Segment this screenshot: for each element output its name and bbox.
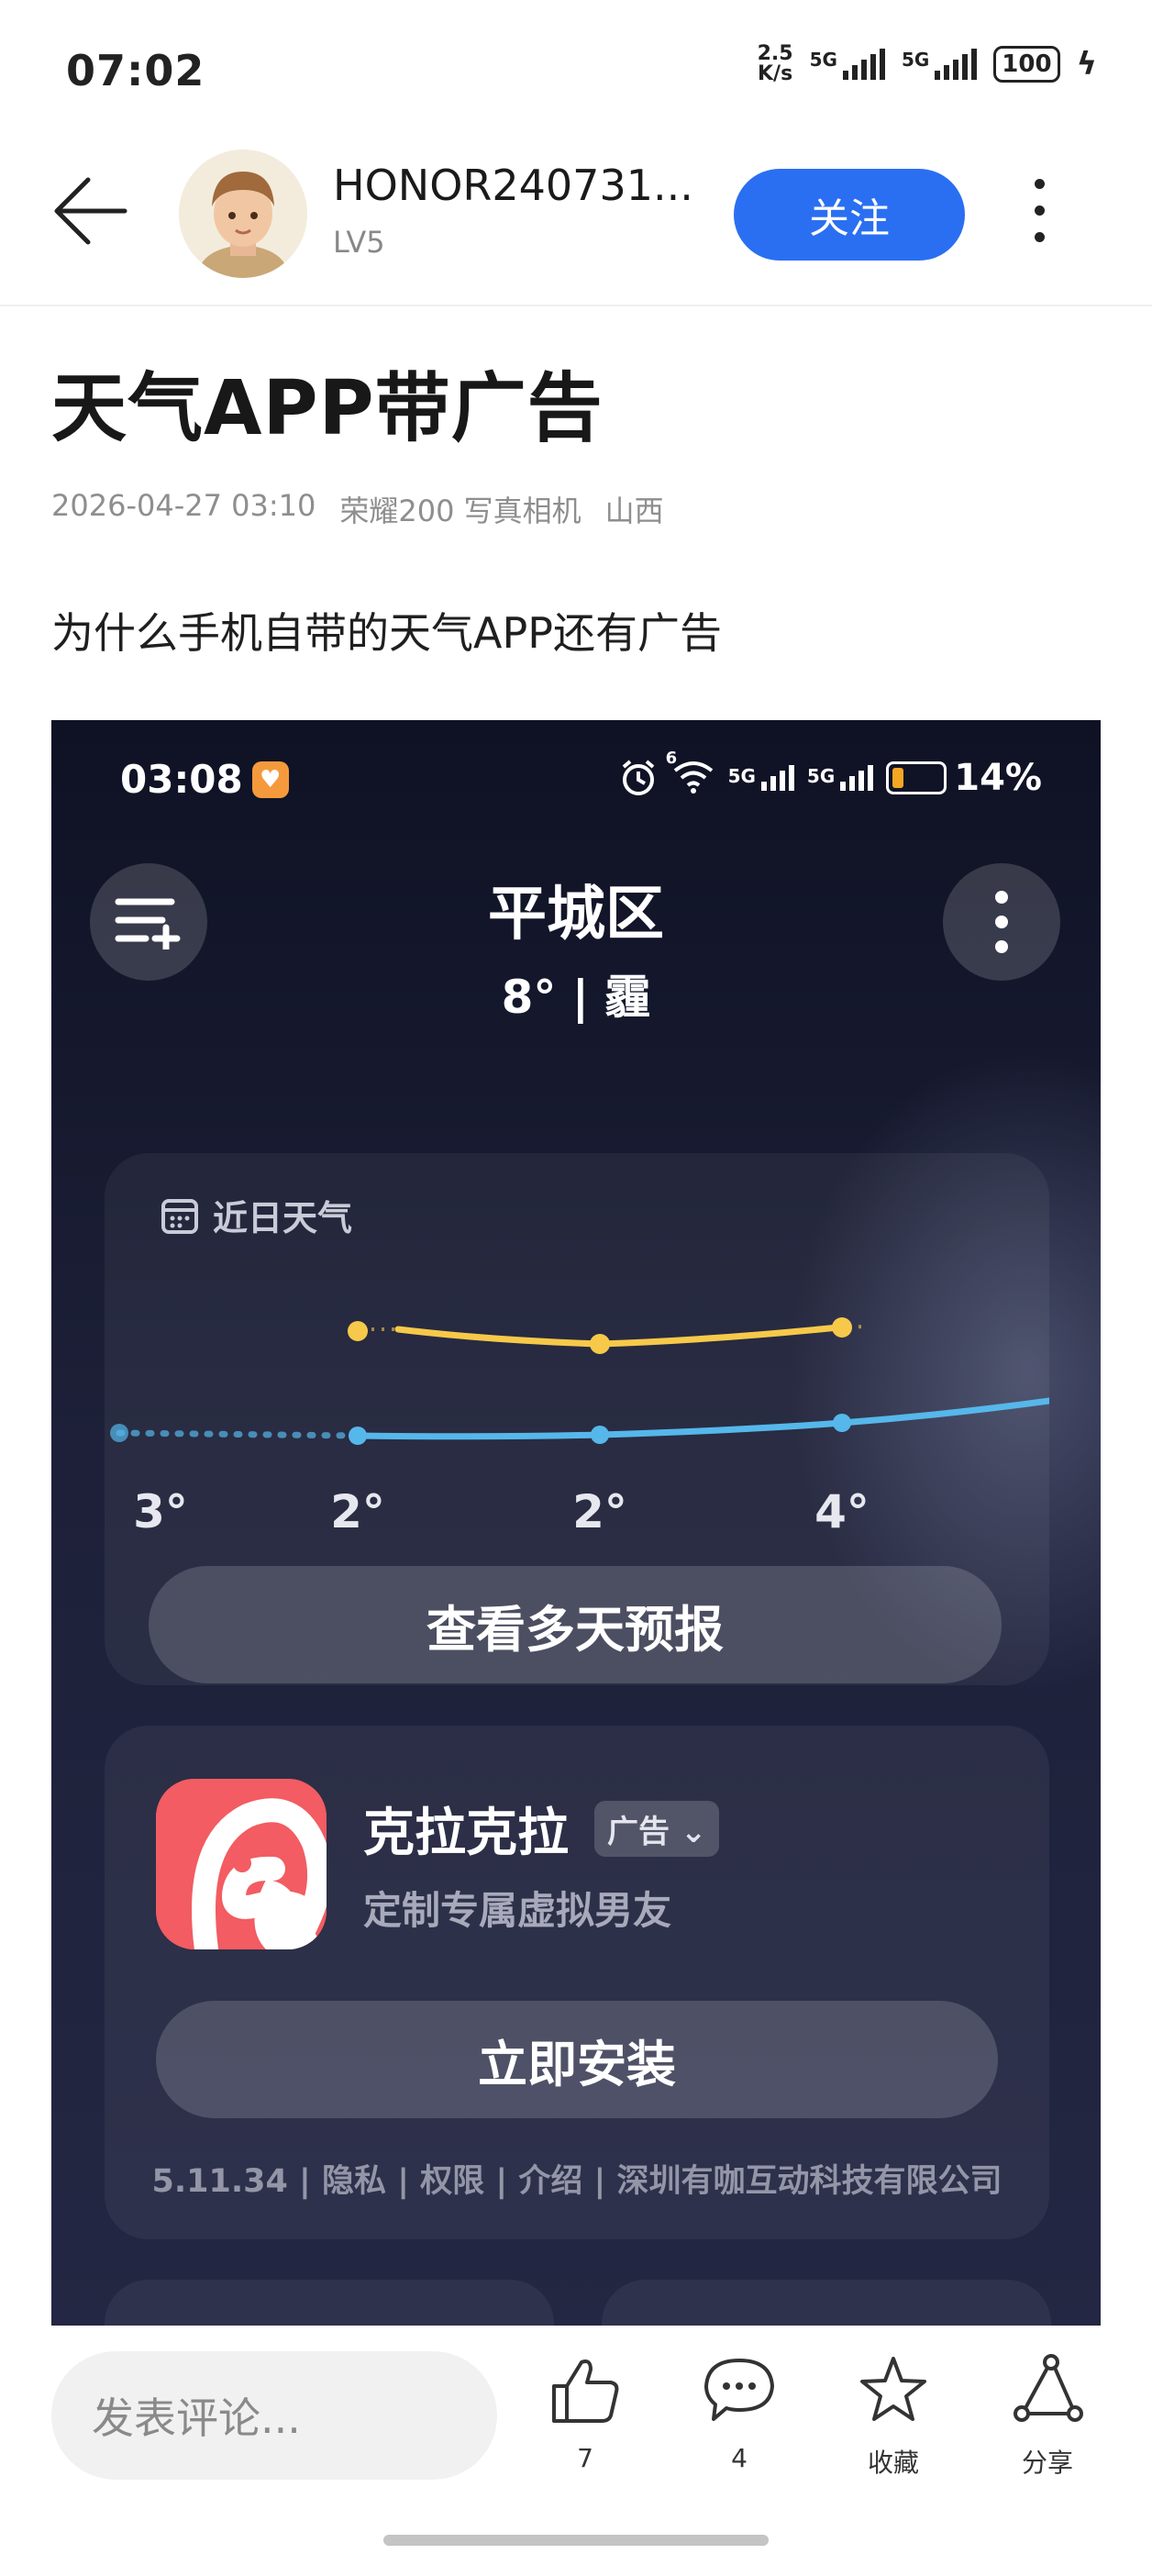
- like-count: 7: [577, 2443, 593, 2473]
- low-temp-point: [349, 1427, 367, 1445]
- charging-icon: ϟ: [1076, 46, 1097, 83]
- more-options-icon[interactable]: [1018, 179, 1060, 252]
- share-button[interactable]: 分享: [992, 2353, 1102, 2480]
- net-speed-value: 2.5: [757, 42, 793, 65]
- multi-day-forecast-button[interactable]: 查看多天预报: [149, 1566, 1002, 1683]
- alarm-icon: [622, 760, 654, 795]
- shot-signal-icon-2: 5G: [806, 765, 874, 791]
- post-body: 为什么手机自带的天气APP还有广告: [51, 608, 722, 658]
- ad-description: 定制专属虚拟男友: [363, 1888, 672, 1933]
- header-divider: [0, 305, 1152, 306]
- user-level: LV5: [333, 225, 385, 260]
- net-speed: 2.5 K/s: [758, 44, 793, 84]
- wifi-icon: 6: [666, 749, 715, 798]
- ad-app-icon[interactable]: [156, 1779, 327, 1949]
- comment-count: 4: [731, 2443, 748, 2473]
- signal-icon: 5G: [810, 49, 885, 80]
- ad-app-name-row: 克拉克拉 广告 ⌄: [363, 1792, 720, 1866]
- current-condition: 8° | 霾: [501, 971, 651, 1024]
- health-heart-icon: ♥: [251, 761, 289, 798]
- shot-time-text: 03:08: [120, 757, 243, 802]
- high-temp-line: [394, 1324, 842, 1348]
- status-time: 07:02: [66, 46, 205, 95]
- install-button[interactable]: 立即安装: [156, 2001, 998, 2118]
- avatar[interactable]: [179, 150, 307, 278]
- kela-app-logo: [156, 1779, 327, 1949]
- low-temp-point: [833, 1414, 851, 1432]
- favorite-button[interactable]: 收藏: [838, 2353, 948, 2480]
- sim2-label: 5G: [901, 49, 930, 71]
- day-temp-label: 2°: [572, 1485, 627, 1538]
- high-temp-point: [832, 1317, 852, 1338]
- temperature-chart: [110, 1317, 1049, 1445]
- low-temp-line: [354, 1397, 1049, 1440]
- thumbs-up-icon: [552, 2359, 619, 2423]
- shot-status-icons: 6 5G 5G 14%: [618, 749, 1042, 799]
- chevron-down-icon: ⌄: [670, 1814, 707, 1850]
- low-temp-line-dashed: [116, 1429, 361, 1439]
- share-label: 分享: [1021, 2448, 1073, 2478]
- post-image[interactable]: 03:08 ♥ 6 5G 5G 14% 平城区 8° | 霾 近日天气 3° 2…: [51, 720, 1101, 2326]
- battery-icon: 100: [993, 46, 1060, 83]
- wifi-tag: 6: [665, 749, 678, 768]
- recent-weather-card: 近日天气 3° 2° 2° 4° 查看多天预报: [105, 1153, 1049, 1685]
- comment-button[interactable]: 4: [684, 2353, 794, 2473]
- comment-bubble-icon: [704, 2359, 774, 2421]
- home-indicator[interactable]: [383, 2535, 769, 2546]
- day-temp-label: 3°: [133, 1485, 188, 1538]
- back-button[interactable]: [51, 172, 128, 250]
- battery-low-icon: [886, 761, 947, 794]
- ad-app-info[interactable]: 5.11.34 | 隐私 | 权限 | 介绍 | 深圳有咖互动科技有限公司: [105, 2155, 1049, 2202]
- comment-input[interactable]: 发表评论...: [51, 2351, 497, 2480]
- post-location: 山西: [604, 494, 664, 528]
- shot-sim1: 5G: [727, 765, 756, 787]
- shot-signal-icon: 5G: [728, 765, 794, 791]
- like-button[interactable]: 7: [530, 2353, 640, 2473]
- more-vertical-icon: [995, 891, 1008, 953]
- day-temp-label: 4°: [814, 1485, 870, 1538]
- post-meta: 2026-04-27 03:10 荣耀200 写真相机 山西: [51, 488, 664, 530]
- status-icons: 2.5 K/s 5G 5G 100 ϟ: [758, 44, 1097, 84]
- share-icon: [1014, 2354, 1083, 2422]
- favorite-label: 收藏: [867, 2448, 919, 2478]
- ad-app-name: 克拉克拉: [363, 1804, 569, 1863]
- ad-tag-text: 广告: [607, 1814, 670, 1850]
- shot-sim2: 5G: [806, 765, 836, 787]
- high-temp-point: [348, 1321, 368, 1341]
- post-device: 荣耀200 写真相机: [339, 494, 582, 528]
- post-date: 2026-04-27 03:10: [51, 488, 316, 523]
- high-temp-point: [590, 1334, 610, 1354]
- follow-button[interactable]: 关注: [734, 169, 965, 261]
- low-temp-point: [591, 1426, 609, 1444]
- low-temp-point: [110, 1424, 128, 1442]
- shot-battery: 14%: [886, 757, 1042, 799]
- day-temp-label: 2°: [330, 1485, 385, 1538]
- battery-percent: 14%: [954, 757, 1042, 799]
- post-title: 天气APP带广告: [51, 365, 604, 452]
- signal-icon-2: 5G: [901, 49, 978, 80]
- username[interactable]: HONOR240731...: [333, 161, 693, 210]
- weather-card-partial: [105, 2280, 554, 2326]
- shot-status-time: 03:08 ♥: [120, 757, 289, 802]
- net-speed-unit: K/s: [758, 62, 793, 85]
- avatar-image: [179, 150, 307, 278]
- weather-more-button[interactable]: [943, 863, 1060, 981]
- ad-tag[interactable]: 广告 ⌄: [594, 1801, 720, 1857]
- weather-card-partial: [602, 2280, 1051, 2326]
- ad-card[interactable]: 克拉克拉 广告 ⌄ 定制专属虚拟男友 立即安装 5.11.34 | 隐私 | 权…: [105, 1726, 1049, 2239]
- back-arrow-icon: [54, 177, 127, 245]
- star-icon: [860, 2357, 926, 2421]
- sim1-label: 5G: [809, 49, 837, 71]
